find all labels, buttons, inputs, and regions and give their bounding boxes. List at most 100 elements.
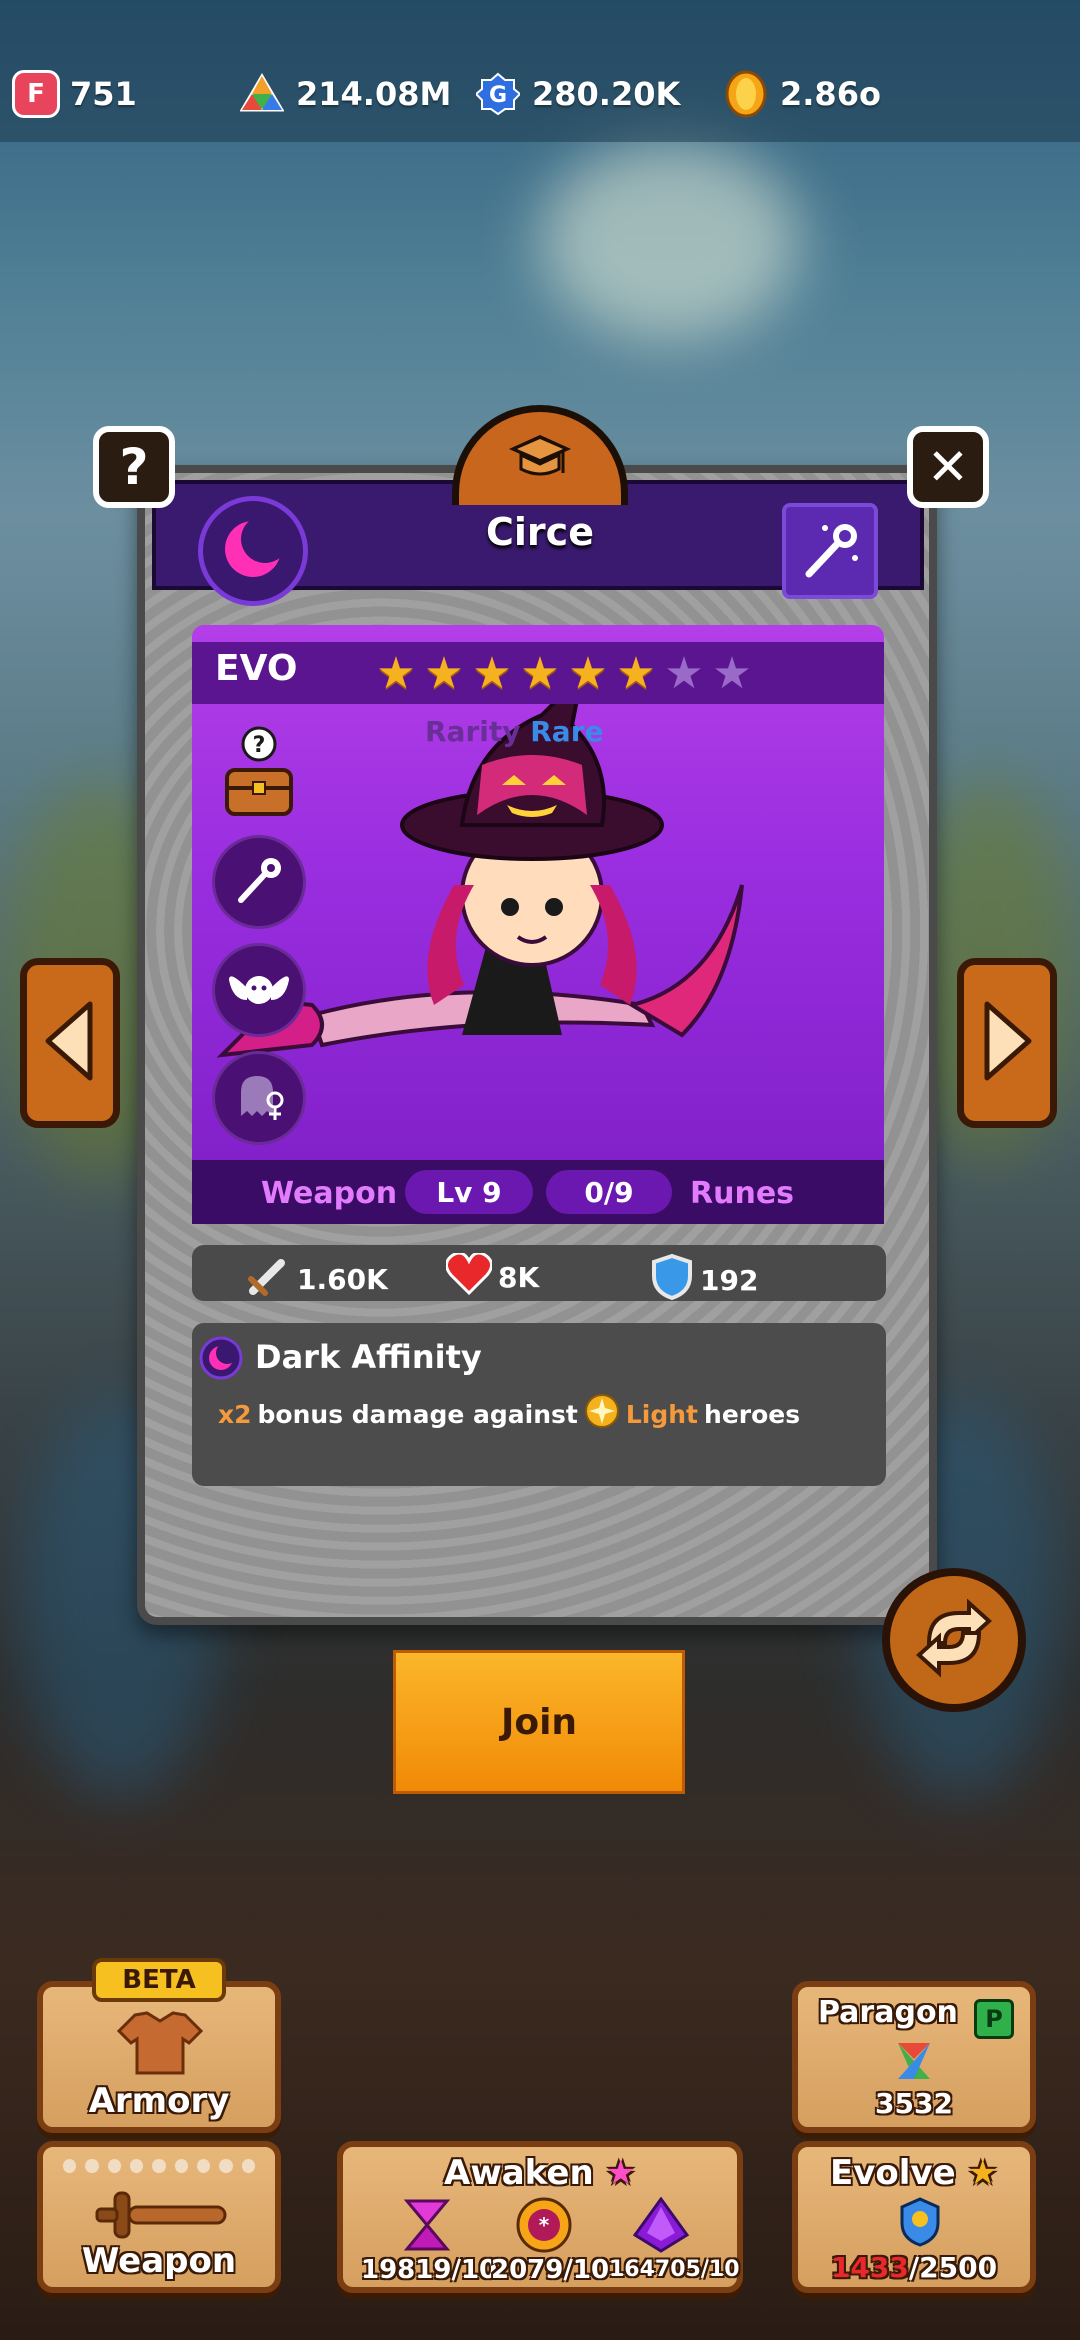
runes-label: Runes bbox=[690, 1176, 795, 1211]
progress-dot bbox=[241, 2159, 255, 2173]
star-filled-icon: ★ bbox=[376, 648, 416, 699]
star-filled-icon: ★ bbox=[568, 648, 608, 699]
progress-dot bbox=[85, 2159, 99, 2173]
class-icon-button[interactable] bbox=[212, 835, 306, 929]
paragon-value: 3532 bbox=[875, 2087, 953, 2120]
class-badge[interactable] bbox=[782, 503, 878, 599]
shield-icon bbox=[650, 1253, 694, 1308]
star-filled-icon: ★ bbox=[616, 648, 656, 699]
currency-value: 2.86o bbox=[780, 75, 881, 113]
currency-value: 751 bbox=[70, 75, 137, 113]
close-button[interactable]: ✕ bbox=[907, 426, 989, 508]
runes-count-pill[interactable]: 0/9 bbox=[546, 1170, 672, 1214]
rarity-text: Rarity Rare bbox=[425, 715, 604, 748]
awaken-value-3: 164705/10 bbox=[609, 2257, 740, 2282]
attack-value: 1.60K bbox=[297, 1263, 388, 1296]
star-empty-icon: ★ bbox=[712, 648, 752, 699]
rarity-value: Rare bbox=[530, 715, 604, 748]
affinity-title: Dark Affinity bbox=[255, 1338, 482, 1376]
gender-icon-button[interactable] bbox=[212, 1051, 306, 1145]
awaken-button[interactable]: Awaken ★ * 19819/10 2079/10 164705/10 bbox=[337, 2141, 743, 2293]
next-hero-button[interactable] bbox=[957, 958, 1057, 1128]
weapon-label: Weapon bbox=[261, 1176, 398, 1211]
sword-icon bbox=[93, 2187, 233, 2247]
evolve-button[interactable]: Evolve ★ 1433/2500 bbox=[792, 2141, 1036, 2293]
paragon-p-badge: P bbox=[974, 1999, 1014, 2039]
currency-g-coin[interactable]: G 280.20K bbox=[474, 68, 680, 120]
graduation-cap-button[interactable] bbox=[452, 405, 628, 505]
female-ghost-icon bbox=[229, 1066, 289, 1130]
evolve-total: /2500 bbox=[908, 2251, 998, 2284]
join-button[interactable]: Join bbox=[393, 1650, 685, 1794]
angel-icon-button[interactable] bbox=[212, 943, 306, 1037]
sword-icon bbox=[245, 1253, 291, 1306]
rarity-label: Rarity bbox=[425, 715, 521, 748]
progress-dot bbox=[130, 2159, 144, 2173]
evolve-current: 1433 bbox=[830, 2251, 909, 2284]
f-gem-icon: F bbox=[12, 70, 60, 118]
staff-icon bbox=[795, 514, 865, 588]
affinity-text-before: bonus damage against bbox=[257, 1399, 578, 1429]
svg-text:*: * bbox=[539, 2213, 550, 2237]
arrow-right-icon bbox=[979, 996, 1035, 1090]
purple-gem-icon bbox=[631, 2196, 691, 2257]
evolve-title: Evolve ★ bbox=[798, 2153, 1030, 2193]
progress-dot bbox=[196, 2159, 211, 2173]
bg-cloud bbox=[540, 140, 800, 340]
health-value: 8K bbox=[498, 1261, 540, 1294]
weapon-button-label: Weapon bbox=[81, 2241, 237, 2281]
hero-name: Circe bbox=[486, 510, 594, 554]
paragon-button[interactable]: Paragon P 3532 bbox=[792, 1981, 1036, 2133]
heart-icon bbox=[445, 1251, 493, 1302]
awaken-label: Awaken bbox=[444, 2153, 594, 2193]
graduation-cap-icon bbox=[505, 429, 575, 489]
weapon-level-pill[interactable]: Lv 9 bbox=[405, 1170, 533, 1214]
svg-text:?: ? bbox=[253, 733, 266, 758]
armory-button[interactable]: Armory bbox=[37, 1981, 281, 2133]
currency-f-gems[interactable]: F 751 bbox=[12, 68, 137, 120]
crescent-moon-icon bbox=[217, 513, 289, 589]
staff-icon bbox=[229, 850, 289, 914]
dark-element-badge[interactable] bbox=[198, 496, 308, 606]
winged-face-icon bbox=[227, 963, 291, 1017]
swap-hero-button[interactable] bbox=[882, 1568, 1026, 1712]
refresh-icon bbox=[909, 1593, 999, 1687]
awaken-value-2: 2079/10 bbox=[491, 2255, 610, 2285]
gold-coin-icon bbox=[722, 70, 770, 118]
weapon-button[interactable]: Weapon bbox=[37, 2141, 281, 2293]
armory-label: Armory bbox=[88, 2081, 230, 2121]
currency-value: 280.20K bbox=[532, 75, 681, 113]
dark-affinity-icon bbox=[199, 1336, 243, 1384]
awaken-title: Awaken ★ bbox=[343, 2153, 737, 2193]
affinity-text-after: heroes bbox=[704, 1399, 801, 1429]
currency-prism[interactable]: 214.08M bbox=[238, 68, 451, 120]
progress-dot bbox=[63, 2159, 77, 2173]
gold-star-icon: ★ bbox=[967, 2153, 998, 2193]
question-icon: ? bbox=[119, 438, 149, 496]
weapon-progress-dots bbox=[63, 2159, 255, 2173]
affinity-element: Light bbox=[625, 1399, 699, 1429]
currency-value: 214.08M bbox=[296, 75, 452, 113]
arrow-left-icon bbox=[42, 996, 98, 1090]
previous-hero-button[interactable] bbox=[20, 958, 120, 1128]
beta-badge: BETA bbox=[92, 1958, 226, 2002]
prism-icon bbox=[238, 70, 286, 118]
star-filled-icon: ★ bbox=[424, 648, 464, 699]
awaken-value-1: 19819/10 bbox=[361, 2255, 498, 2285]
affinity-multiplier: x2 bbox=[218, 1399, 252, 1429]
affinity-description: x2 bonus damage against Light heroes bbox=[218, 1393, 800, 1435]
help-button[interactable]: ? bbox=[93, 426, 175, 508]
close-icon: ✕ bbox=[927, 438, 969, 496]
evolve-badge-icon bbox=[898, 2197, 942, 2251]
evolve-progress: 1433/2500 bbox=[798, 2251, 1030, 2284]
treasure-chest-icon: ? bbox=[219, 726, 299, 824]
evolve-label: Evolve bbox=[830, 2153, 956, 2193]
star-filled-icon: ★ bbox=[520, 648, 560, 699]
defense-value: 192 bbox=[700, 1264, 759, 1297]
progress-dot bbox=[174, 2159, 188, 2173]
awaken-emblem-icon: * bbox=[509, 2195, 579, 2259]
currency-gold[interactable]: 2.86o bbox=[722, 68, 881, 120]
star-empty-icon: ★ bbox=[664, 648, 704, 699]
chest-info-button[interactable]: ? bbox=[212, 726, 306, 824]
pink-star-icon: ★ bbox=[605, 2153, 636, 2193]
